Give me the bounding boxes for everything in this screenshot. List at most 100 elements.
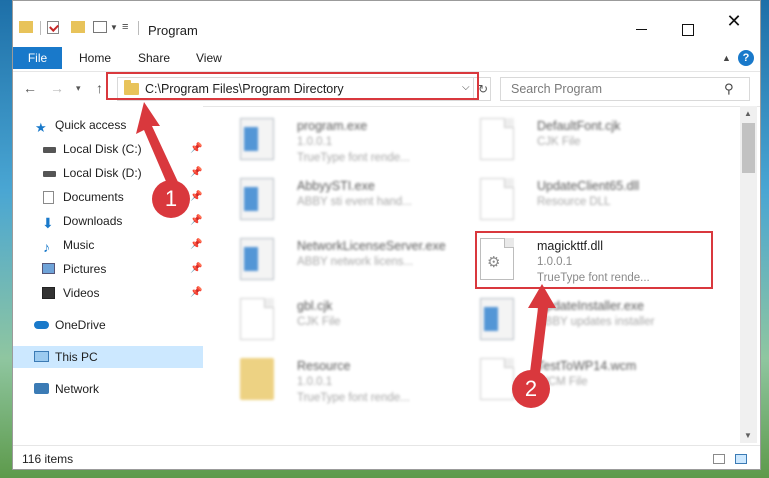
file-detail: TrueType font rende... bbox=[297, 152, 410, 164]
nav-item-label: Videos bbox=[63, 286, 100, 300]
title-bar: ▼ ≡ Program ✕ bbox=[13, 1, 760, 43]
file-name: DefaultFont.cjk bbox=[537, 119, 621, 133]
pictures-icon bbox=[42, 263, 55, 274]
nav-item-pictures[interactable]: Pictures 📌 bbox=[13, 258, 203, 280]
nav-item-label: Documents bbox=[63, 190, 124, 204]
arrow-to-file bbox=[528, 284, 556, 374]
tab-home[interactable]: Home bbox=[79, 47, 111, 69]
list-item[interactable]: NetworkLicenseServer.exe ABBY network li… bbox=[228, 234, 468, 290]
nav-item-onedrive[interactable]: OneDrive bbox=[13, 314, 203, 336]
list-item[interactable]: program.exe 1.0.0.1 TrueType font rende.… bbox=[228, 114, 468, 170]
file-detail: TrueType font rende... bbox=[297, 392, 410, 404]
list-item[interactable]: UpdateInstaller.exe ABBY updates install… bbox=[468, 294, 708, 350]
file-name: UpdateClient65.dll bbox=[537, 179, 640, 193]
quick-access-toolbar-dropdown-icon[interactable]: ≡ bbox=[122, 21, 128, 33]
minimize-icon bbox=[636, 29, 647, 30]
nav-item-label: Music bbox=[63, 238, 95, 252]
tab-share[interactable]: Share bbox=[138, 47, 170, 69]
properties-icon[interactable] bbox=[47, 21, 59, 34]
details-view-icon[interactable] bbox=[713, 454, 725, 464]
maximize-icon bbox=[682, 24, 694, 36]
file-detail: Resource DLL bbox=[537, 196, 611, 208]
minimize-button[interactable] bbox=[619, 15, 665, 45]
tab-view[interactable]: View bbox=[196, 47, 222, 69]
file-detail: 1.0.0.1 bbox=[297, 136, 333, 148]
nav-item-music[interactable]: ♪ Music 📌 bbox=[13, 234, 203, 256]
nav-item-label: Network bbox=[55, 382, 100, 396]
pin-icon: 📌 bbox=[190, 167, 203, 178]
list-item[interactable]: AbbyySTI.exe ABBY sti event hand... bbox=[228, 174, 468, 230]
nav-item-label: Pictures bbox=[63, 262, 107, 276]
scroll-down-icon[interactable]: ▼ bbox=[744, 431, 752, 440]
nav-item-network[interactable]: Network bbox=[13, 378, 203, 400]
file-name: AbbyySTI.exe bbox=[297, 179, 375, 193]
file-icon bbox=[240, 298, 274, 340]
file-icon bbox=[480, 118, 514, 160]
cloud-icon bbox=[34, 321, 49, 329]
file-detail: ABBY sti event hand... bbox=[297, 196, 412, 208]
scrollbar-thumb[interactable] bbox=[742, 123, 755, 173]
list-item[interactable]: Resource 1.0.0.1 TrueType font rende... bbox=[228, 354, 468, 410]
search-icon[interactable]: ⚲ bbox=[724, 81, 734, 97]
help-button[interactable]: ? bbox=[738, 50, 754, 66]
check-icon bbox=[49, 22, 59, 32]
nav-item-videos[interactable]: Videos 📌 bbox=[13, 282, 203, 304]
collapse-ribbon-icon[interactable]: ▲ bbox=[722, 53, 731, 63]
vertical-scrollbar[interactable]: ▲ ▼ bbox=[740, 106, 757, 443]
nav-item-this-pc[interactable]: This PC bbox=[13, 346, 203, 368]
recent-locations-icon[interactable]: ▾ bbox=[76, 83, 81, 94]
executable-icon bbox=[480, 298, 514, 340]
divider bbox=[40, 21, 41, 35]
tab-file[interactable]: File bbox=[13, 47, 62, 69]
large-icons-view-icon[interactable] bbox=[735, 454, 747, 464]
file-detail: CJK File bbox=[537, 136, 581, 148]
nav-item-label: Downloads bbox=[63, 214, 123, 228]
address-highlight bbox=[106, 72, 479, 100]
item-count: 116 items bbox=[22, 452, 74, 466]
back-icon[interactable]: ← bbox=[23, 80, 37, 96]
pin-icon: 📌 bbox=[190, 191, 203, 202]
nav-item-label: OneDrive bbox=[55, 318, 106, 332]
up-icon[interactable]: ↑ bbox=[96, 80, 103, 96]
pin-icon: 📌 bbox=[190, 143, 203, 154]
download-icon: ⬇ bbox=[42, 215, 54, 231]
file-detail: CJK File bbox=[297, 316, 341, 328]
callout-step-2: 2 bbox=[512, 370, 550, 408]
star-icon: ★ bbox=[35, 120, 47, 135]
computer-icon bbox=[34, 351, 49, 362]
maximize-button[interactable] bbox=[665, 15, 711, 45]
file-detail: 1.0.0.1 bbox=[297, 376, 333, 388]
search-input[interactable]: Search Program ⚲ bbox=[500, 77, 750, 101]
customize-icon[interactable] bbox=[93, 21, 107, 33]
file-name: Resource bbox=[297, 359, 351, 373]
list-item[interactable]: gbl.cjk CJK File bbox=[228, 294, 468, 350]
file-detail: ABBY network licens... bbox=[297, 256, 414, 268]
videos-icon bbox=[42, 287, 55, 299]
file-icon bbox=[480, 358, 514, 400]
executable-icon bbox=[240, 238, 274, 280]
file-name: gbl.cjk bbox=[297, 299, 333, 313]
ribbon-tabs: File Home Share View ▲ ? bbox=[13, 47, 760, 69]
drive-icon bbox=[43, 147, 56, 153]
chevron-down-icon[interactable]: ▼ bbox=[110, 23, 118, 32]
list-item[interactable]: DefaultFont.cjk CJK File bbox=[468, 114, 708, 170]
new-folder-icon[interactable] bbox=[71, 21, 85, 33]
pin-icon: 📌 bbox=[190, 239, 203, 250]
pin-icon: 📌 bbox=[190, 215, 203, 226]
close-icon: ✕ bbox=[726, 11, 742, 31]
close-button[interactable]: ✕ bbox=[711, 11, 757, 41]
pin-icon: 📌 bbox=[190, 287, 203, 298]
nav-item-label: This PC bbox=[55, 350, 98, 364]
callout-step-1: 1 bbox=[152, 180, 190, 218]
list-item[interactable]: TestToWP14.wcm WCM File bbox=[468, 354, 708, 410]
music-icon: ♪ bbox=[43, 239, 50, 255]
file-highlight bbox=[475, 231, 713, 289]
search-placeholder: Search Program bbox=[511, 82, 603, 96]
drive-icon bbox=[43, 171, 56, 177]
documents-icon bbox=[43, 191, 54, 204]
forward-icon[interactable]: → bbox=[50, 80, 64, 96]
scroll-up-icon[interactable]: ▲ bbox=[744, 109, 752, 118]
window-title: Program bbox=[148, 23, 198, 38]
executable-icon bbox=[240, 178, 274, 220]
list-item[interactable]: UpdateClient65.dll Resource DLL bbox=[468, 174, 708, 230]
